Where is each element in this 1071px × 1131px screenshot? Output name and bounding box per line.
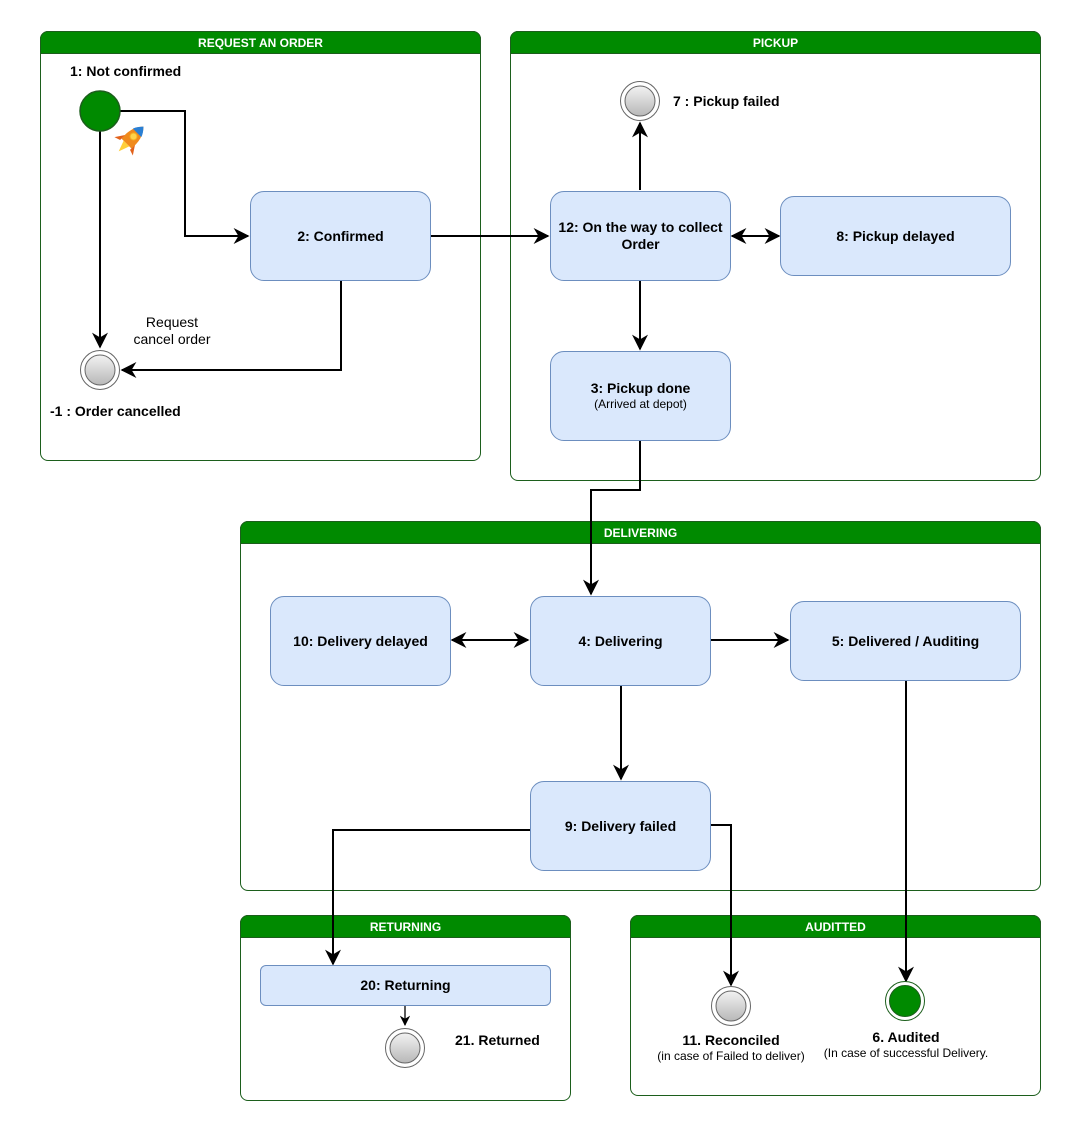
- state-delivered-auditing[interactable]: 5: Delivered / Auditing: [790, 601, 1021, 681]
- state-pickup-delayed-label: 8: Pickup delayed: [836, 227, 955, 244]
- state-sub-reconciled: (in case of Failed to deliver): [657, 1049, 805, 1063]
- end-node-reconciled[interactable]: [710, 985, 752, 1027]
- state-returning-label: 20: Returning: [360, 977, 451, 993]
- state-confirmed-label: 2: Confirmed: [297, 227, 384, 244]
- rocket-icon: [114, 126, 144, 156]
- end-node-pickup-failed[interactable]: [619, 80, 661, 122]
- lane-header-delivering: DELIVERING: [240, 521, 1041, 544]
- lane-auditted: AUDITTED: [630, 915, 1041, 1096]
- state-sub-audited: (In case of successful Delivery.: [823, 1046, 989, 1060]
- edge-label-line-2: cancel order: [133, 331, 211, 347]
- state-label-reconciled: 11. Reconciled: [682, 1032, 780, 1048]
- end-node-order-cancelled[interactable]: [79, 349, 121, 391]
- edge-label-request-cancel: Request cancel order: [122, 314, 222, 348]
- state-returning[interactable]: 20: Returning: [260, 965, 551, 1006]
- lane-header-auditted: AUDITTED: [630, 915, 1041, 938]
- end-node-audited[interactable]: [884, 980, 926, 1022]
- caption-reconciled: 11. Reconciled (in case of Failed to del…: [631, 1032, 831, 1064]
- state-delivering[interactable]: 4: Delivering: [530, 596, 711, 686]
- lane-header-returning: RETURNING: [240, 915, 571, 938]
- state-on-the-way[interactable]: 12: On the way to collect Order: [550, 191, 731, 281]
- state-label-not-confirmed: 1: Not confirmed: [70, 63, 182, 79]
- state-label-order-cancelled: -1 : Order cancelled: [50, 403, 181, 419]
- state-confirmed[interactable]: 2: Confirmed: [250, 191, 431, 281]
- state-delivered-auditing-label: 5: Delivered / Auditing: [831, 632, 980, 649]
- state-on-the-way-label: 12: On the way to collect Order: [558, 219, 723, 252]
- state-pickup-done-label: 3: Pickup done: [590, 380, 691, 396]
- end-node-returned[interactable]: [384, 1027, 426, 1069]
- state-delivery-failed-label: 9: Delivery failed: [564, 817, 677, 834]
- state-label-pickup-failed: 7 : Pickup failed: [673, 93, 780, 109]
- state-delivery-delayed[interactable]: 10: Delivery delayed: [270, 596, 451, 686]
- state-delivering-label: 4: Delivering: [578, 632, 663, 649]
- lane-returning: RETURNING: [240, 915, 571, 1101]
- state-label-audited: 6. Audited: [872, 1029, 940, 1045]
- state-label-returned: 21. Returned: [455, 1032, 540, 1048]
- lane-header-pickup: PICKUP: [510, 31, 1041, 54]
- lane-header-request: REQUEST AN ORDER: [40, 31, 481, 54]
- state-pickup-done-sub: (Arrived at depot): [594, 397, 687, 411]
- caption-audited: 6. Audited (In case of successful Delive…: [806, 1029, 1006, 1061]
- state-delivery-delayed-label: 10: Delivery delayed: [293, 632, 428, 649]
- state-pickup-delayed[interactable]: 8: Pickup delayed: [780, 196, 1011, 276]
- state-delivery-failed[interactable]: 9: Delivery failed: [530, 781, 711, 871]
- state-pickup-done[interactable]: 3: Pickup done (Arrived at depot): [550, 351, 731, 441]
- edge-label-line-1: Request: [145, 314, 199, 330]
